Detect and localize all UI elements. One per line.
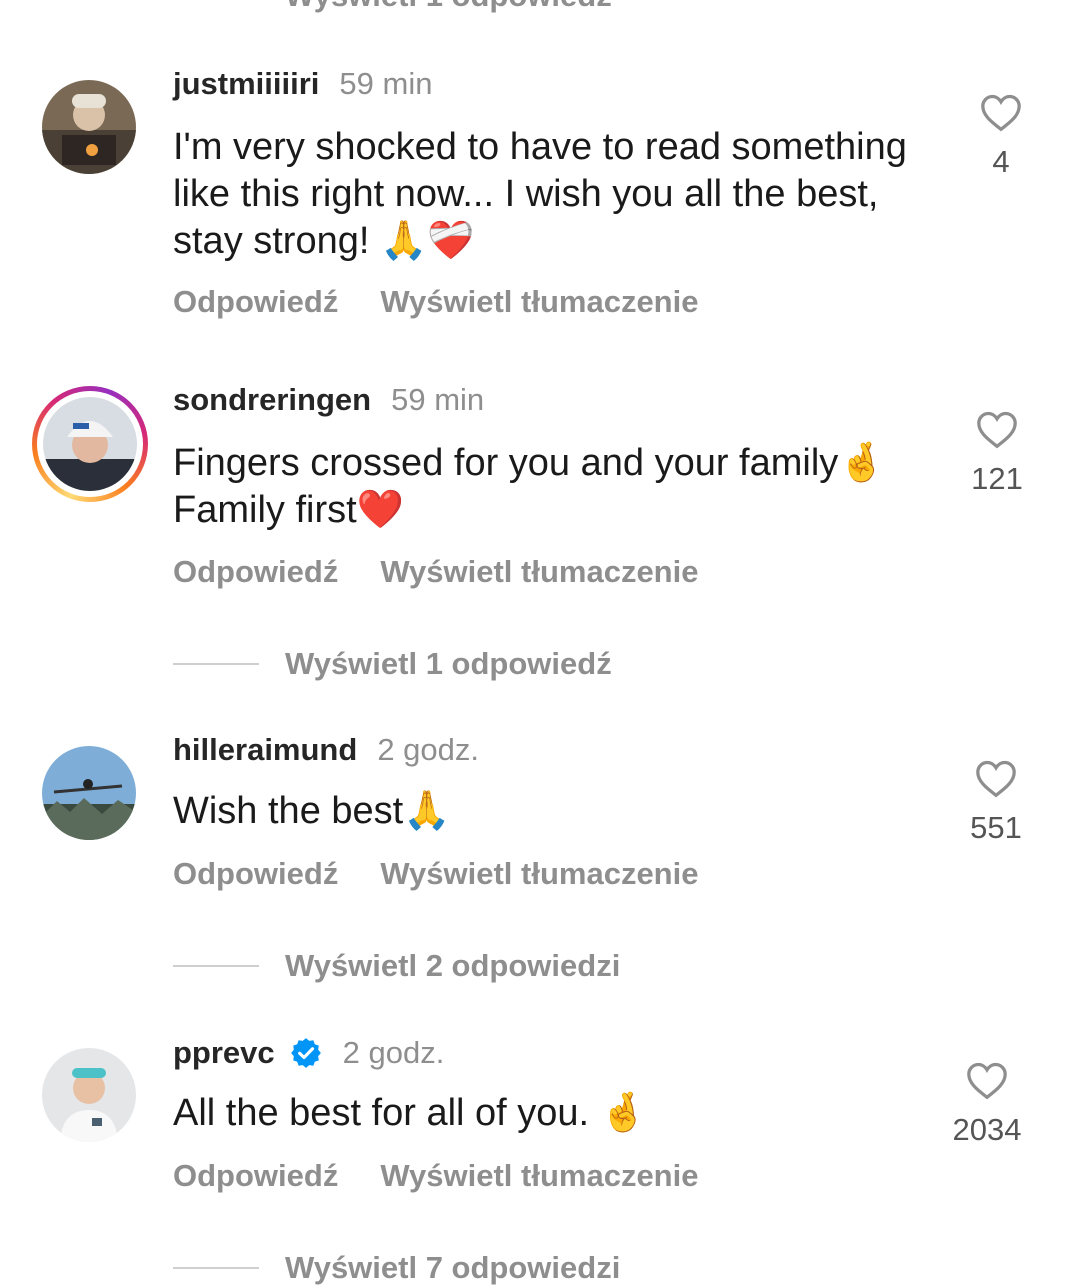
reply-button[interactable]: Odpowiedź [173,284,338,320]
view-replies-row[interactable]: Wyświetl 2 odpowiedzi [173,948,620,984]
username[interactable]: pprevc [173,1035,275,1071]
replies-divider [173,663,259,665]
view-replies-link[interactable]: Wyświetl 2 odpowiedzi [285,948,620,984]
timestamp: 59 min [391,382,485,417]
replies-divider [173,965,259,967]
translate-button[interactable]: Wyświetl tłumaczenie [380,554,698,590]
heart-icon[interactable] [974,758,1018,798]
comment-actions: Odpowiedź Wyświetl tłumaczenie [173,1158,698,1194]
like-count: 121 [971,461,1023,496]
comment-actions: Odpowiedź Wyświetl tłumaczenie [173,554,698,590]
view-replies-link[interactable]: Wyświetl 1 odpowiedź [285,646,612,682]
reply-button[interactable]: Odpowiedź [173,554,338,590]
avatar[interactable] [42,1048,136,1142]
view-replies-link-top[interactable]: Wyświetl 1 odpowiedź [285,0,612,14]
heart-icon[interactable] [965,1060,1009,1100]
comment-header: sondreringen 59 min [173,380,484,420]
comment-text: I'm very shocked to have to read somethi… [173,126,907,262]
comment-header: justmiiiiiri 59 min [173,64,432,104]
avatar[interactable] [42,80,136,174]
like-control[interactable]: 551 [946,758,1046,846]
comment-text: All the best for all of you. 🤞 [173,1092,647,1134]
timestamp: 2 godz. [342,1035,445,1070]
view-replies-row[interactable]: Wyświetl 1 odpowiedź [173,646,612,682]
replies-divider [173,1267,259,1269]
comment-actions: Odpowiedź Wyświetl tłumaczenie [173,284,698,320]
view-replies-row[interactable]: Wyświetl 7 odpowiedzi [173,1250,620,1286]
view-replies-link[interactable]: Wyświetl 7 odpowiedzi [285,1250,620,1286]
comment-header: pprevc 2 godz. [173,1033,444,1073]
reply-button[interactable]: Odpowiedź [173,856,338,892]
heart-icon[interactable] [975,409,1019,449]
like-count: 4 [992,144,1010,179]
timestamp: 59 min [339,66,433,101]
like-control[interactable]: 4 [951,92,1051,180]
comment-text: Wish the best🙏 [173,790,451,832]
like-control[interactable]: 121 [947,409,1047,497]
avatar[interactable] [42,746,136,840]
like-control[interactable]: 2034 [937,1060,1037,1148]
reply-button[interactable]: Odpowiedź [173,1158,338,1194]
comment-text: Fingers crossed for you and your family🤞… [173,442,886,531]
heart-icon[interactable] [979,92,1023,132]
translate-button[interactable]: Wyświetl tłumaczenie [380,284,698,320]
avatar-story-ring[interactable] [32,386,148,502]
like-count: 551 [970,810,1022,845]
username[interactable]: justmiiiiiri [173,66,319,102]
timestamp: 2 godz. [377,732,480,767]
verified-badge-icon [290,1038,321,1068]
like-count: 2034 [952,1112,1022,1147]
comment-header: hilleraimund 2 godz. [173,730,479,770]
translate-button[interactable]: Wyświetl tłumaczenie [380,856,698,892]
translate-button[interactable]: Wyświetl tłumaczenie [380,1158,698,1194]
comment-actions: Odpowiedź Wyświetl tłumaczenie [173,856,698,892]
username[interactable]: sondreringen [173,382,371,418]
username[interactable]: hilleraimund [173,732,357,768]
